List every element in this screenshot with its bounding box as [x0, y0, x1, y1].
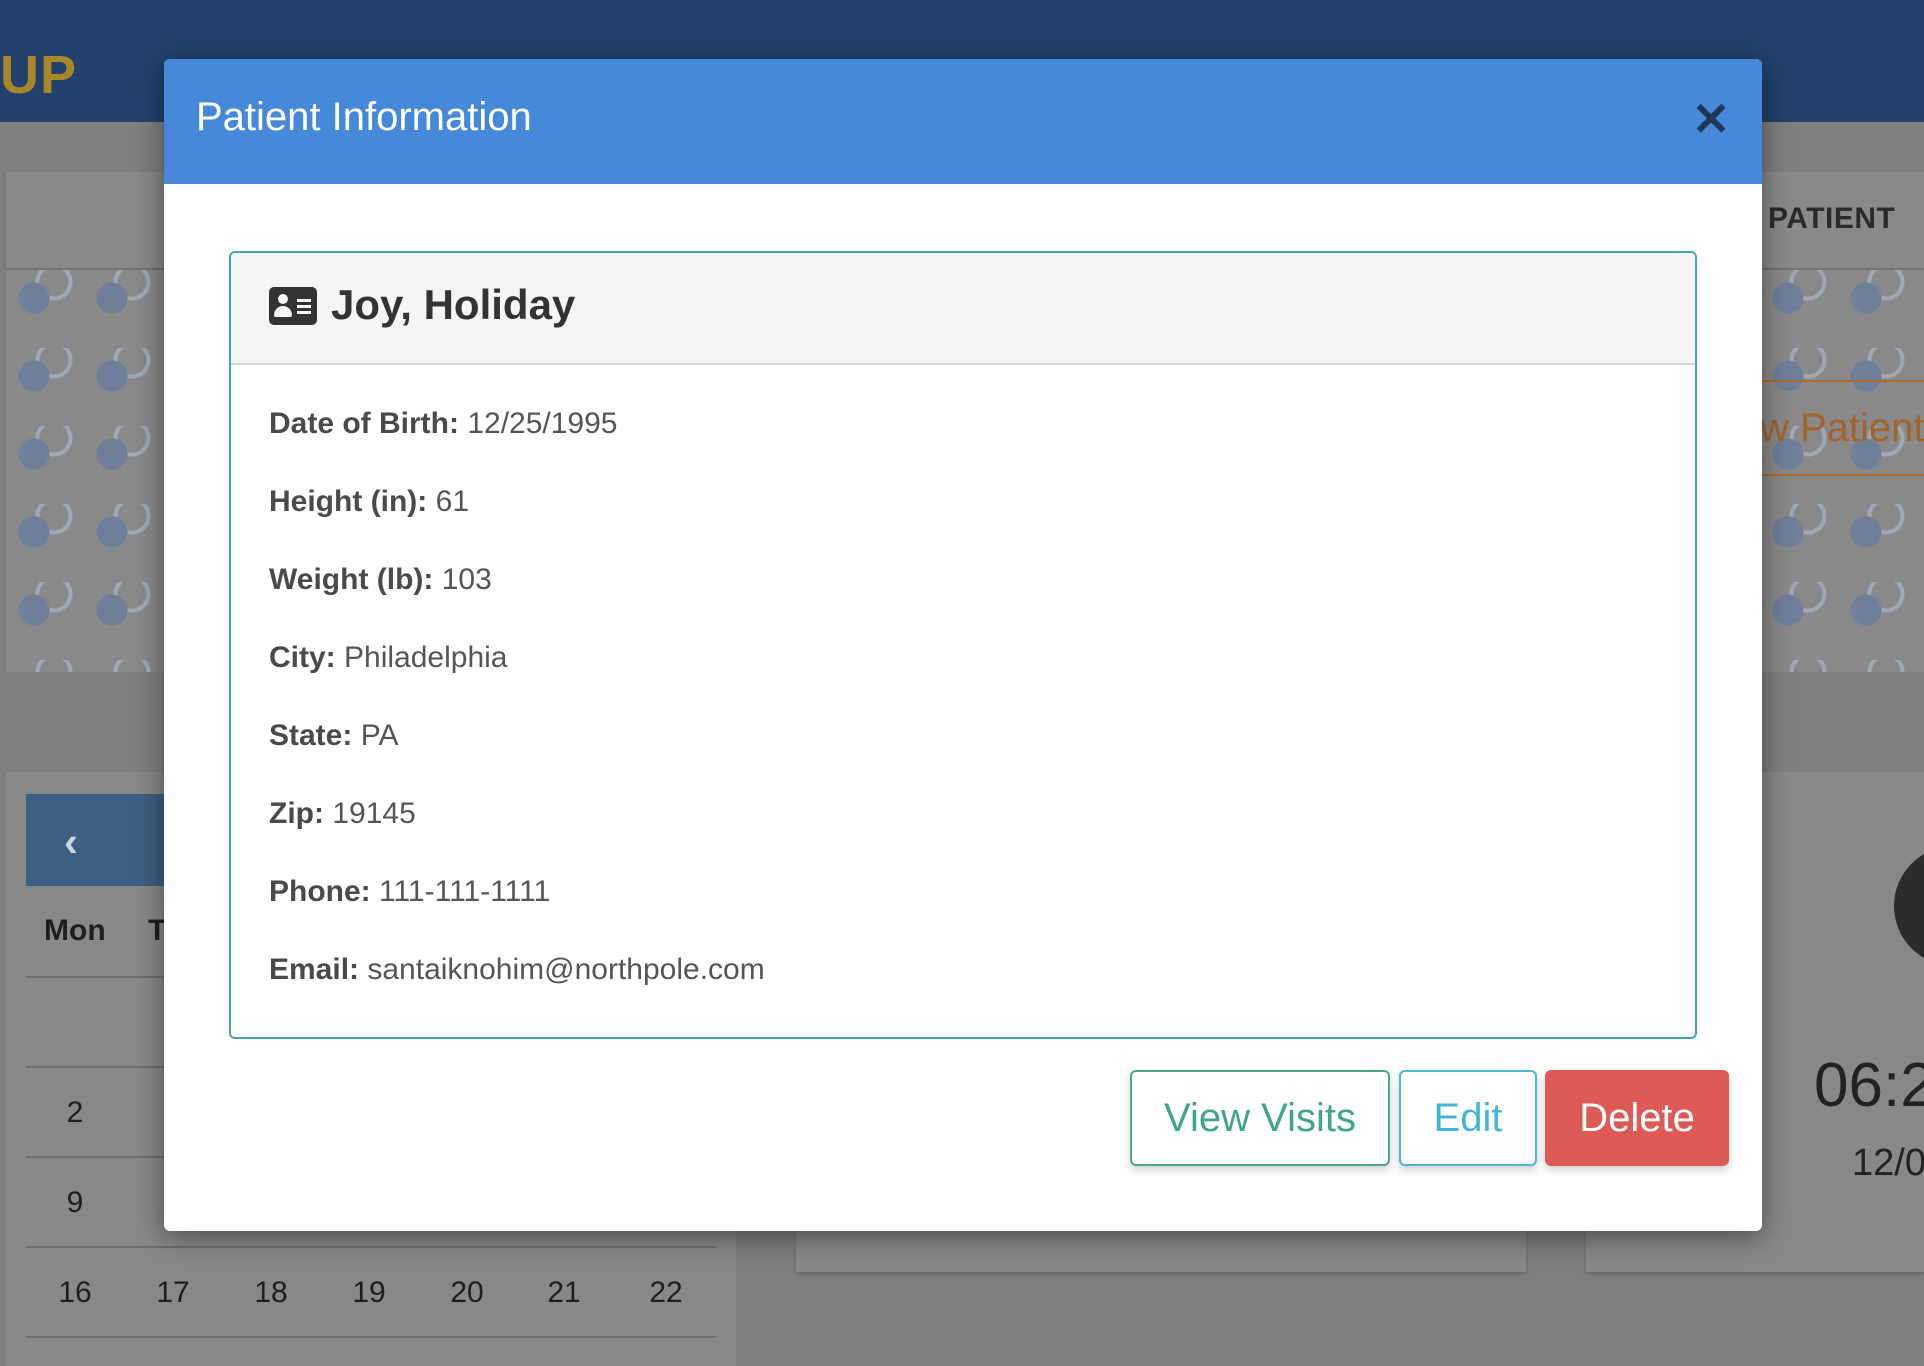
field-value: Philadelphia — [344, 641, 508, 674]
patient-panel-heading: Joy, Holiday — [231, 253, 1695, 365]
field-date-of-birth: Date of Birth: 12/25/1995 — [269, 407, 1695, 485]
field-value: 111-111-1111 — [379, 875, 551, 908]
edit-button[interactable]: Edit — [1399, 1070, 1537, 1166]
close-icon[interactable]: ✕ — [1686, 89, 1736, 149]
field-weight: Weight (lb): 103 — [269, 563, 1695, 641]
field-height: Height (in): 61 — [269, 485, 1695, 563]
clock-date: 12/0 — [1852, 1142, 1924, 1184]
field-value: 12/25/1995 — [467, 407, 618, 440]
calendar-header — [26, 794, 186, 886]
calendar-day-header-mon: Mon — [44, 914, 106, 947]
calendar-date: 16 — [58, 1276, 92, 1309]
field-label: Email: — [269, 953, 360, 986]
chevron-left-icon: ‹ — [64, 818, 78, 865]
delete-button[interactable]: Delete — [1545, 1070, 1729, 1166]
field-value: santaiknohim@northpole.com — [367, 953, 765, 986]
field-state: State: PA — [269, 719, 1695, 797]
background-pattern-left — [6, 270, 166, 672]
calendar-divider — [26, 1336, 716, 1338]
calendar-date: 9 — [66, 1186, 84, 1219]
nav-item-patient: PATIENT — [1768, 202, 1896, 235]
calendar-date: 19 — [352, 1276, 386, 1309]
modal-header: Patient Information ✕ — [164, 59, 1762, 184]
field-value: 103 — [441, 563, 492, 596]
calendar-date: 21 — [547, 1276, 581, 1309]
calendar-divider — [26, 1246, 716, 1248]
field-value: PA — [360, 719, 399, 752]
calendar-date: 2 — [66, 1096, 84, 1129]
patient-info-modal: Patient Information ✕ Joy, Holiday Date … — [164, 59, 1762, 1231]
calendar-date: 20 — [450, 1276, 484, 1309]
field-label: Height (in): — [269, 485, 428, 518]
view-visits-button[interactable]: View Visits — [1130, 1070, 1390, 1166]
calendar-date: 18 — [254, 1276, 288, 1309]
field-city: City: Philadelphia — [269, 641, 1695, 719]
field-phone: Phone: 111-111-1111 — [269, 875, 1695, 953]
field-label: Weight (lb): — [269, 563, 434, 596]
patient-panel: Joy, Holiday Date of Birth: 12/25/1995 H… — [229, 251, 1697, 1039]
id-card-icon — [269, 287, 317, 325]
patient-name: Joy, Holiday — [331, 281, 576, 328]
patient-details: Date of Birth: 12/25/1995 Height (in): 6… — [231, 365, 1695, 1031]
new-patient-button: w Patient — [1748, 380, 1924, 476]
field-email: Email: santaiknohim@northpole.com — [269, 953, 1695, 1031]
field-value: 19145 — [332, 797, 416, 830]
app-brand: UP — [0, 45, 78, 105]
clock-time: 06:2 — [1814, 1051, 1924, 1120]
new-patient-button-label: w Patient — [1760, 406, 1924, 450]
field-label: Zip: — [269, 797, 324, 830]
calendar-date: 17 — [156, 1276, 190, 1309]
field-label: Phone: — [269, 875, 371, 908]
calendar-date: 22 — [649, 1276, 683, 1309]
modal-title: Patient Information — [196, 95, 532, 139]
field-zip: Zip: 19145 — [269, 797, 1695, 875]
field-value: 61 — [435, 485, 470, 518]
field-label: City: — [269, 641, 336, 674]
field-label: State: — [269, 719, 353, 752]
field-label: Date of Birth: — [269, 407, 459, 440]
